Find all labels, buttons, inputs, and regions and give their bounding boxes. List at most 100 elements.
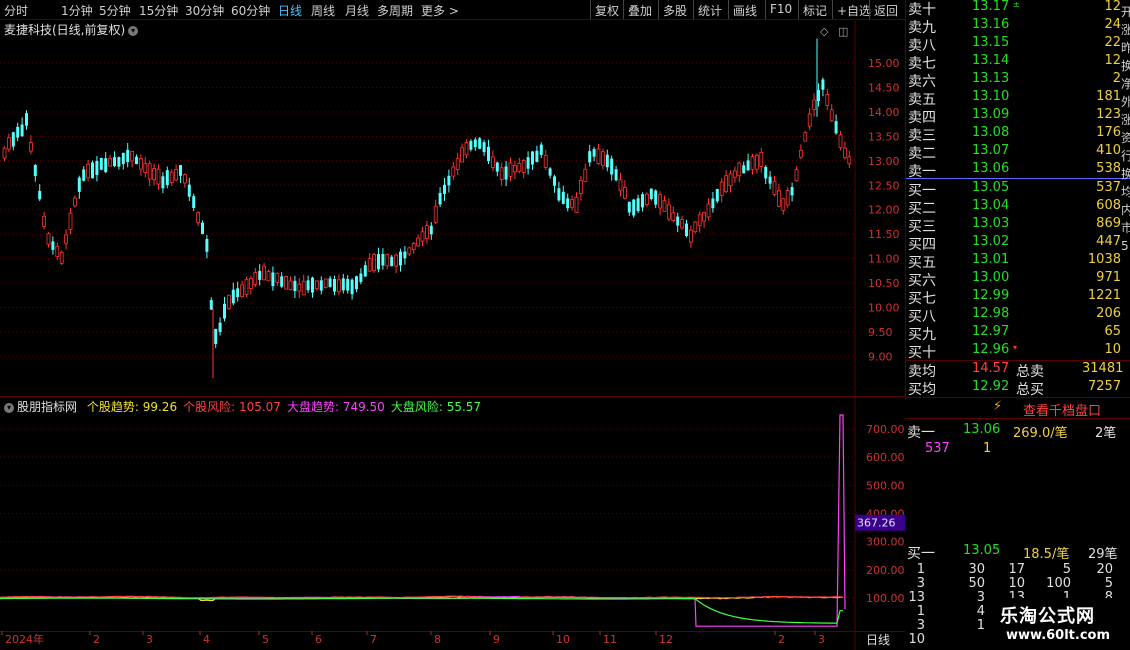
candle-body bbox=[508, 162, 513, 177]
candle-body bbox=[539, 144, 543, 155]
series-name: 个股风险 bbox=[183, 400, 232, 414]
period-tab[interactable]: 周线 bbox=[311, 2, 335, 19]
candle-body bbox=[812, 99, 816, 110]
toolbar-tool-button[interactable]: 多股 bbox=[663, 2, 687, 19]
order-book-row[interactable]: 买六 13.00 971 bbox=[906, 270, 1130, 289]
ticker-char: 昨 bbox=[1121, 41, 1130, 55]
candle-body bbox=[614, 169, 618, 181]
order-book-row[interactable]: 买四 13.02 447 bbox=[906, 234, 1130, 253]
order-level-price: 13.00 bbox=[972, 270, 1010, 285]
order-book-row[interactable]: 卖三 13.08 176 bbox=[906, 125, 1130, 144]
order-book-row[interactable]: 买七 12.99 1221 bbox=[906, 288, 1130, 307]
period-tab[interactable]: 1分钟 bbox=[61, 2, 93, 19]
candle-body bbox=[636, 198, 640, 211]
order-book-row[interactable]: 买五 13.01 1038 bbox=[906, 252, 1130, 271]
period-tab[interactable]: 5分钟 bbox=[99, 2, 131, 19]
toolbar-tool-button[interactable]: +自选 bbox=[837, 2, 871, 19]
toolbar-tool-button[interactable]: 标记 bbox=[803, 2, 827, 19]
period-tab[interactable]: 分时 bbox=[4, 2, 28, 19]
candle-body bbox=[561, 191, 565, 204]
order-book-row[interactable]: 卖七 13.14 12 bbox=[906, 53, 1130, 72]
candle-body bbox=[51, 241, 55, 250]
order-book-row[interactable]: 买八 12.98 206 bbox=[906, 306, 1130, 325]
period-tab[interactable]: 日线 bbox=[278, 2, 302, 19]
candle-body bbox=[323, 278, 328, 288]
order-level-mark: ± bbox=[1013, 0, 1020, 9]
queue-cell: 17 bbox=[1008, 562, 1025, 577]
queue-cell: 5 bbox=[1062, 562, 1071, 577]
ticker-char: 换 bbox=[1121, 59, 1130, 73]
indicator-chart[interactable]: 700.00600.00500.00400.00300.00200.00100.… bbox=[0, 397, 905, 650]
x-tick-label: 10 bbox=[556, 633, 570, 646]
order-book-row[interactable]: 卖一 13.06 538 bbox=[906, 161, 1130, 180]
summary-total-sell: 31481 bbox=[1082, 361, 1124, 376]
order-book-row[interactable]: 买三 13.03 869 bbox=[906, 216, 1130, 235]
order-level-volume: 1221 bbox=[1087, 288, 1121, 303]
toolbar-tool-button[interactable]: 统计 bbox=[698, 2, 722, 19]
toolbar-tool-button[interactable]: F10 bbox=[770, 2, 792, 16]
order-level-label: 卖二 bbox=[908, 146, 936, 162]
candle-body bbox=[223, 303, 226, 319]
candle-body bbox=[319, 280, 323, 291]
series-value: 55.57 bbox=[446, 400, 482, 414]
order-book-row[interactable]: 卖九 13.16 24 bbox=[906, 17, 1130, 36]
candle-body bbox=[777, 190, 781, 207]
x-tick-label: 7 bbox=[370, 633, 377, 646]
toolbar-tool-button[interactable]: 复权 bbox=[595, 2, 619, 19]
window-icon[interactable]: ◫ bbox=[838, 25, 848, 38]
candle-body bbox=[601, 151, 605, 166]
order-book-row[interactable]: 卖八 13.15 22 bbox=[906, 35, 1130, 54]
spread-divider bbox=[906, 178, 1130, 179]
candle-body bbox=[126, 149, 130, 163]
candle-body bbox=[583, 168, 588, 183]
order-book-row[interactable]: 卖五 13.10 181 bbox=[906, 89, 1130, 108]
order-book-row[interactable]: 卖十 13.17 12 ± bbox=[906, 0, 1130, 18]
order-book-row[interactable]: 卖二 13.07 410 bbox=[906, 143, 1130, 162]
indicator-series-line bbox=[0, 414, 846, 627]
period-tab[interactable]: 更多 > bbox=[421, 2, 459, 19]
order-book-row[interactable]: 卖四 13.09 123 bbox=[906, 107, 1130, 126]
candle-body bbox=[460, 147, 465, 163]
x-tick-label: 2 bbox=[93, 633, 100, 646]
candle-body bbox=[451, 166, 456, 177]
period-tab[interactable]: 多周期 bbox=[377, 2, 413, 19]
order-level-price: 12.97 bbox=[972, 324, 1010, 339]
x-tick-label: 2024年 bbox=[5, 632, 44, 646]
order-level-price: 13.02 bbox=[972, 234, 1010, 249]
order-level-label: 买二 bbox=[908, 201, 936, 217]
candle-body bbox=[424, 225, 429, 239]
queue-cell: 5 bbox=[1104, 576, 1113, 591]
toolbar-tool-button[interactable]: 叠加 bbox=[628, 2, 652, 19]
period-tab[interactable]: 60分钟 bbox=[231, 2, 270, 19]
diamond-icon[interactable]: ◇ bbox=[820, 25, 829, 38]
ticker-char: 5 bbox=[1121, 239, 1129, 253]
order-book-row[interactable]: 买二 13.04 608 bbox=[906, 198, 1130, 217]
view-depth-link[interactable]: 查看千档盘口 bbox=[1023, 400, 1101, 419]
order-level-price: 12.99 bbox=[972, 288, 1010, 303]
order-book-row[interactable]: 买一 13.05 537 bbox=[906, 180, 1130, 199]
kline-chart[interactable]: 15.00 14.50 14.00 13.50 13.00 12.50 12.00 11.50… bbox=[0, 20, 905, 397]
candle-body bbox=[372, 254, 377, 272]
toolbar-tool-button[interactable]: 返回 bbox=[874, 2, 898, 19]
candle-body bbox=[394, 254, 399, 267]
indicator-menu-icon[interactable]: ▾ bbox=[4, 403, 14, 413]
summary-total-buy-label: 总买 bbox=[1016, 382, 1044, 398]
y-tick-label: 12.50 bbox=[868, 179, 900, 192]
candle-body bbox=[346, 278, 350, 291]
buy1-label: 买一 bbox=[907, 546, 935, 562]
period-label[interactable]: 日线 bbox=[866, 631, 890, 648]
y-tick-label: 700.00 bbox=[866, 423, 905, 436]
candle-body bbox=[623, 186, 627, 199]
toolbar-tool-button[interactable]: 画线 bbox=[733, 2, 757, 19]
period-tab[interactable]: 30分钟 bbox=[185, 2, 224, 19]
period-tab[interactable]: 月线 bbox=[345, 2, 369, 19]
candle-body bbox=[231, 289, 235, 304]
order-book-row[interactable]: 买十 12.96 10 ▾ bbox=[906, 342, 1130, 361]
period-tab[interactable]: 15分钟 bbox=[139, 2, 178, 19]
candle-body bbox=[28, 142, 33, 152]
queue-cell: 1 bbox=[916, 562, 925, 577]
sell1-avg: 269.0/笔 bbox=[1013, 426, 1068, 441]
order-book-row[interactable]: 卖六 13.13 2 bbox=[906, 71, 1130, 90]
candle-body bbox=[807, 113, 812, 127]
order-book-row[interactable]: 买九 12.97 65 bbox=[906, 324, 1130, 343]
